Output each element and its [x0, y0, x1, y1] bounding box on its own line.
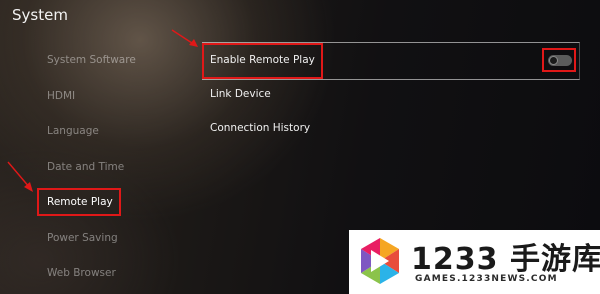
- sidebar-item-language[interactable]: Language: [47, 125, 99, 137]
- page-title: System: [12, 6, 68, 24]
- sidebar-item-power-saving[interactable]: Power Saving: [47, 232, 118, 244]
- sidebar-item-web-browser[interactable]: Web Browser: [47, 267, 116, 279]
- remote-play-highlight-box: [37, 188, 121, 216]
- enable-remote-play-highlight-box: [202, 43, 323, 79]
- watermark-url-text: GAMES.1233NEWS.COM: [415, 274, 558, 284]
- arrow-to-enable-remote-play-icon: [171, 29, 198, 47]
- sidebar-item-hdmi[interactable]: HDMI: [47, 90, 75, 102]
- connection-history-item[interactable]: Connection History: [210, 122, 310, 134]
- watermark-banner: 1233 手游库 GAMES.1233NEWS.COM: [349, 230, 600, 294]
- watermark-brand-text: 1233 手游库: [411, 242, 600, 277]
- arrow-to-remote-play-icon: [7, 161, 33, 192]
- sidebar-item-system-software[interactable]: System Software: [47, 54, 136, 66]
- sidebar-item-date-and-time[interactable]: Date and Time: [47, 161, 124, 173]
- watermark-logo-icon: [361, 238, 399, 284]
- link-device-item[interactable]: Link Device: [210, 88, 271, 100]
- toggle-highlight-box: [542, 48, 576, 72]
